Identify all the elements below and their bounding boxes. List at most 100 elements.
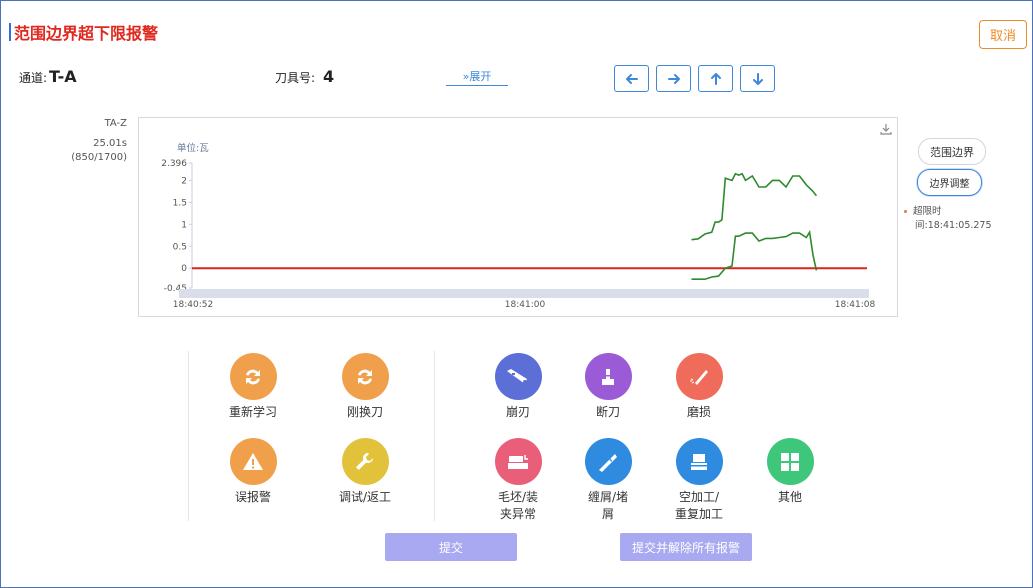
chart-panel: 单位:瓦 2.396 2 1.5 1 0.5 0 -0.45 18:40:52 18:41:0… [138, 117, 898, 317]
option-chipped[interactable]: 崩刃 [478, 353, 558, 421]
refresh-icon [246, 369, 260, 384]
option-empty-process[interactable]: 空加工/ 重复加工 [659, 438, 739, 523]
option-empty-label-line: 空加工/ 重复加工 [674, 490, 723, 521]
arrow-left-icon [625, 73, 638, 84]
option-other-icon-bg [766, 438, 814, 485]
y-tick-label: 0.5 [173, 242, 187, 252]
option-chip-tangle[interactable]: 缠屑/堵 屑 [568, 438, 648, 523]
chip-tangle-icon [599, 453, 617, 472]
dialog-title: 范围边界超下限报警 [9, 22, 159, 43]
channel-value: T-A [49, 67, 77, 86]
option-chipped-icon-bg [494, 353, 542, 400]
cancel-button[interactable]: 取消 [979, 20, 1027, 49]
option-wear[interactable]: 磨损 [659, 353, 739, 421]
channel-side-info: TA-Z 25.01s (850/1700) [61, 117, 127, 165]
divider-middle [434, 351, 435, 521]
option-relearn[interactable]: 重新学习 [213, 353, 293, 421]
title-accent-bar [9, 23, 11, 41]
submit-clear-all-button[interactable]: 提交并解除所有报警 [620, 533, 752, 561]
arrow-down-button[interactable] [740, 65, 775, 92]
option-blank-label: 毛坯/装 夹异常 [478, 489, 558, 523]
elapsed-time: 25.01s [93, 138, 127, 149]
x-tick-label: 18:40:52 [173, 300, 213, 310]
option-relearn-icon-bg [229, 353, 277, 400]
alarm-dialog: 范围边界超下限报警 取消 通道: T-A 刀具号: 4 »展开 TA-Z 25.… [0, 0, 1033, 588]
option-chip-label-line: 缠屑/堵 屑 [587, 490, 629, 521]
channel-label: 通道: [19, 71, 48, 85]
option-chip-icon-bg [584, 438, 632, 485]
refresh-icon [358, 369, 372, 384]
x-tick-label: 18:41:00 [505, 300, 546, 310]
option-false-alarm-label: 误报警 [234, 490, 271, 504]
warning-icon [243, 452, 263, 470]
x-axis-ticks: 18:40:52 18:41:00 18:41:08 [173, 300, 876, 310]
option-false-alarm-icon-bg [229, 438, 277, 485]
arrow-down-icon [752, 72, 763, 85]
overtime-label: 超限时 [913, 206, 942, 217]
option-blank-label-line: 毛坯/装 夹异常 [497, 490, 539, 521]
option-relearn-label: 重新学习 [228, 405, 277, 419]
channel-name: TA-Z [104, 118, 127, 129]
grid-icon [781, 452, 799, 471]
option-new-tool-label: 刚换刀 [346, 405, 383, 419]
option-empty-icon-bg [675, 438, 723, 485]
channel-info: 通道: T-A [19, 67, 77, 86]
option-wear-icon-bg [675, 353, 723, 400]
y-axis-ticks: 2.39621.510.50-0.45 [161, 159, 192, 294]
option-broken[interactable]: 断刀 [568, 353, 648, 421]
option-blank-icon-bg [494, 438, 542, 485]
wrench-icon [356, 452, 373, 470]
overtime-value: 间:18:41:05.275 [915, 220, 992, 231]
arrow-right-button[interactable] [656, 65, 691, 92]
chipped-tool-icon [507, 368, 527, 384]
boundary-adjust-button[interactable]: 边界调整 [917, 169, 982, 196]
overtime-info: 超限时 间:18:41:05.275 [904, 205, 1004, 233]
series-line-upper [691, 172, 818, 241]
arrow-left-button[interactable] [614, 65, 649, 92]
arrow-up-button[interactable] [698, 65, 733, 92]
option-other[interactable]: 其他 [750, 438, 830, 506]
tool-value: 4 [323, 67, 335, 86]
sample-progress: (850/1700) [71, 152, 127, 163]
option-broken-label: 断刀 [595, 405, 620, 419]
option-broken-icon-bg [584, 353, 632, 400]
option-empty-label: 空加工/ 重复加工 [659, 489, 739, 523]
submit-button[interactable]: 提交 [385, 533, 517, 561]
broken-tool-icon [602, 368, 614, 385]
y-tick-label: 2 [181, 176, 187, 186]
tool-info: 刀具号: 4 [275, 67, 334, 86]
y-tick-label: 1 [181, 220, 187, 230]
divider-left [188, 351, 189, 521]
option-new-tool[interactable]: 刚换刀 [325, 353, 405, 421]
tool-label: 刀具号: [275, 71, 316, 85]
option-other-label: 其他 [777, 490, 802, 504]
expand-toggle[interactable]: »展开 [446, 67, 508, 86]
option-chipped-label: 崩刃 [505, 405, 530, 419]
x-tick-label: 18:41:08 [835, 300, 876, 310]
download-icon[interactable] [879, 122, 893, 136]
arrow-up-icon [710, 72, 721, 85]
option-debug-icon-bg [341, 438, 389, 485]
option-debug-rework[interactable]: 调试/返工 [325, 438, 405, 506]
nav-arrows [614, 65, 775, 92]
option-debug-label: 调试/返工 [338, 490, 392, 504]
series-layer [192, 172, 867, 280]
range-boundary-button[interactable]: 范围边界 [918, 138, 986, 165]
y-tick-label: 0 [181, 264, 187, 274]
empty-process-icon [691, 453, 707, 470]
option-false-alarm[interactable]: 误报警 [213, 438, 293, 506]
option-chip-label: 缠屑/堵 屑 [568, 489, 648, 523]
wear-tool-icon [690, 369, 708, 385]
option-new-tool-icon-bg [341, 353, 389, 400]
power-chart[interactable]: 单位:瓦 2.39621.510.50-0.45 18:40:52 18:41:0… [139, 118, 897, 316]
blank-clamp-icon [508, 454, 528, 469]
y-tick-label: 2.396 [161, 159, 187, 169]
overtime-dot-icon [904, 210, 907, 213]
title-text: 范围边界超下限报警 [14, 24, 159, 43]
chart-y-unit-label: 单位:瓦 [177, 142, 209, 154]
time-scrollbar-handle[interactable] [179, 289, 869, 298]
option-wear-label: 磨损 [686, 405, 711, 419]
series-line-lower [691, 229, 818, 280]
y-tick-label: 1.5 [173, 198, 187, 208]
option-blank-clamp[interactable]: 毛坯/装 夹异常 [478, 438, 558, 523]
